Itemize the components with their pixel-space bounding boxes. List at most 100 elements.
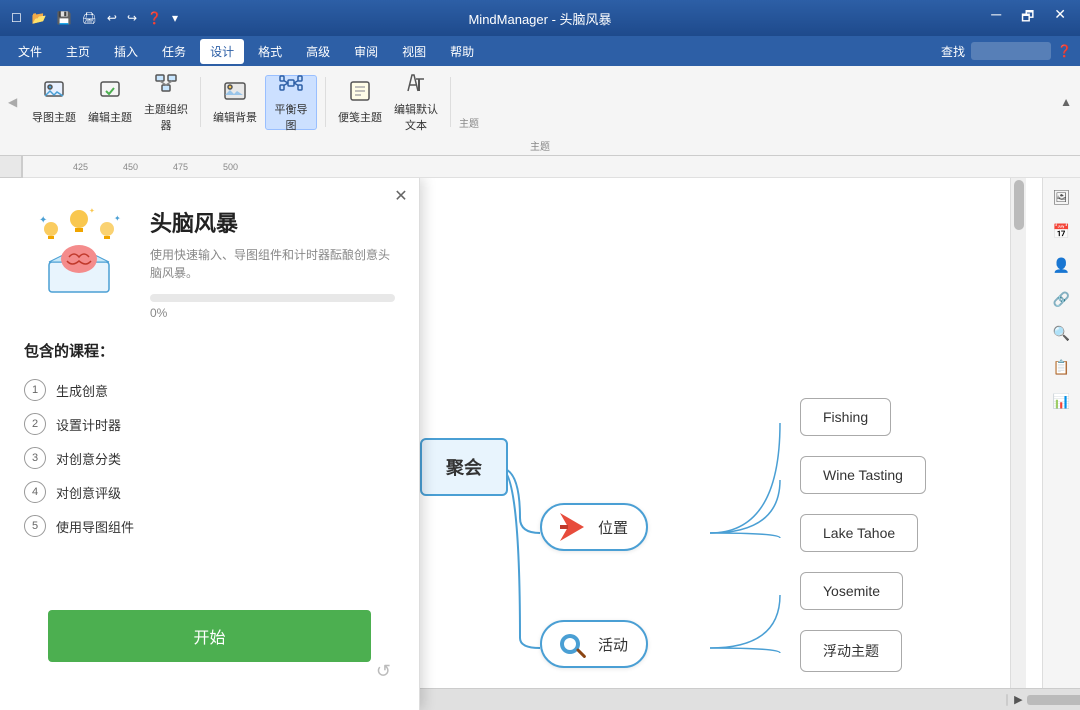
- progress-text: 0%: [150, 306, 395, 320]
- ribbon-collapse-btn[interactable]: ▲: [1060, 95, 1072, 109]
- more-qa-btn[interactable]: ▾: [169, 9, 181, 27]
- svg-text:✦: ✦: [89, 207, 95, 215]
- location-label: 位置: [598, 517, 628, 538]
- course-label-2: 设置计时器: [56, 415, 121, 434]
- ribbon-right-controls: ▲: [1060, 95, 1072, 109]
- course-label-5: 使用导图组件: [56, 517, 134, 536]
- maximize-btn[interactable]: 🗗: [1015, 4, 1040, 32]
- ribbon-scroll-left[interactable]: ◀: [8, 95, 24, 109]
- redo-btn[interactable]: ↪: [124, 9, 140, 27]
- menu-file[interactable]: 文件: [8, 39, 52, 64]
- balanced-label: 平衡导图: [270, 101, 312, 133]
- menu-home[interactable]: 主页: [56, 39, 100, 64]
- course-item-2: 2 设置计时器: [24, 407, 395, 441]
- course-num-3: 3: [24, 447, 46, 469]
- ribbon-btn-balanced[interactable]: 平衡导图: [265, 75, 317, 130]
- sidebar-btn-person[interactable]: 👤: [1047, 250, 1077, 280]
- title-bar-left: ☐ 📂 💾 🖨 ↩ ↪ ❓ ▾: [8, 9, 181, 27]
- menu-help[interactable]: 帮助: [440, 39, 484, 64]
- close-btn[interactable]: ✕: [1048, 4, 1072, 32]
- minimize-btn[interactable]: ─: [985, 4, 1007, 32]
- svg-text:✦: ✦: [114, 214, 121, 223]
- import-theme-label: 导图主题: [32, 109, 76, 125]
- sidebar-btn-excel[interactable]: 📊: [1047, 386, 1077, 416]
- menu-format[interactable]: 格式: [248, 39, 292, 64]
- right-node-yosemite[interactable]: Yosemite: [800, 572, 903, 610]
- ribbon-btn-import-theme[interactable]: 导图主题: [28, 75, 80, 130]
- svg-text:425: 425: [73, 162, 88, 172]
- overlay-close-btn[interactable]: ✕: [391, 186, 411, 206]
- progress-bar-bg: [150, 294, 395, 302]
- menu-design[interactable]: 设计: [200, 39, 244, 64]
- save-btn[interactable]: 💾: [54, 9, 75, 27]
- sidebar-btn-link[interactable]: 🔗: [1047, 284, 1077, 314]
- menu-search-area: 查找 ❓: [941, 42, 1072, 60]
- edit-theme-icon: [98, 79, 122, 107]
- menu-task[interactable]: 任务: [152, 39, 196, 64]
- main-area: 聚会 位置 活动 Fishing Wine Tasting Lake Tahoe…: [0, 178, 1080, 710]
- v-scrollbar-track[interactable]: ▼: [1010, 178, 1026, 710]
- edit-default-text-icon: [404, 71, 428, 99]
- edit-bg-icon: [223, 79, 247, 107]
- menu-review[interactable]: 审阅: [344, 39, 388, 64]
- svg-text:500: 500: [223, 162, 238, 172]
- window-controls: ─ 🗗 ✕: [985, 4, 1072, 32]
- right-node-lake-tahoe[interactable]: Lake Tahoe: [800, 514, 918, 552]
- course-item-5: 5 使用导图组件: [24, 509, 395, 543]
- canvas[interactable]: 聚会 位置 活动 Fishing Wine Tasting Lake Tahoe…: [0, 178, 1042, 710]
- h-scroll-thumb[interactable]: [1027, 695, 1080, 705]
- ribbon-divider-1: [200, 77, 201, 127]
- right-node-fishing[interactable]: Fishing: [800, 398, 891, 436]
- right-node-floating[interactable]: 浮动主题: [800, 630, 902, 672]
- course-label-4: 对创意评级: [56, 483, 121, 502]
- theme-org-label: 主题组织器: [144, 101, 188, 133]
- horizontal-ruler: 425 450 475 500: [22, 156, 1080, 178]
- ribbon-btn-edit-default-text[interactable]: 编辑默认文本: [390, 75, 442, 130]
- reset-icon[interactable]: ↺: [376, 661, 391, 682]
- sidebar-btn-calendar[interactable]: 📅: [1047, 216, 1077, 246]
- post-theme-label: 便笺主题: [338, 109, 382, 125]
- theme-org-icon: [154, 71, 178, 99]
- search-label: 查找: [941, 43, 965, 60]
- menu-insert[interactable]: 插入: [104, 39, 148, 64]
- help-qa-btn[interactable]: ❓: [144, 9, 165, 27]
- h-scrollbar[interactable]: [1006, 694, 1008, 706]
- ribbon-btn-edit-theme[interactable]: 编辑主题: [84, 75, 136, 130]
- edit-default-text-label: 编辑默认文本: [394, 101, 438, 133]
- activity-node[interactable]: 活动: [540, 620, 648, 668]
- undo-btn[interactable]: ↩: [104, 9, 120, 27]
- start-button[interactable]: 开始: [48, 610, 371, 662]
- search-input[interactable]: [971, 42, 1051, 60]
- svg-text:475: 475: [173, 162, 188, 172]
- right-node-wine-tasting[interactable]: Wine Tasting: [800, 456, 926, 494]
- ribbon-btn-post-theme[interactable]: 便笺主题: [334, 75, 386, 130]
- course-label-3: 对创意分类: [56, 449, 121, 468]
- course-num-4: 4: [24, 481, 46, 503]
- course-num-1: 1: [24, 379, 46, 401]
- ribbon-btn-theme-org[interactable]: 主题组织器: [140, 75, 192, 130]
- ribbon-content: ◀ 导图主题 编辑主题: [0, 66, 1080, 138]
- overlay-title: 头脑风暴: [150, 206, 395, 238]
- course-item-1: 1 生成创意: [24, 373, 395, 407]
- sidebar-btn-image[interactable]: 🖼: [1047, 182, 1077, 212]
- quick-access-toolbar: ☐ 📂 💾 🖨 ↩ ↪ ❓ ▾: [8, 9, 181, 27]
- help-icon[interactable]: ❓: [1057, 44, 1072, 58]
- sidebar-btn-search[interactable]: 🔍: [1047, 318, 1077, 348]
- scroll-right-btn[interactable]: ▶: [1014, 693, 1022, 706]
- svg-text:✦: ✦: [39, 215, 47, 226]
- overlay-panel: ✕: [0, 178, 420, 710]
- open-btn[interactable]: 📂: [29, 9, 50, 27]
- menu-advanced[interactable]: 高级: [296, 39, 340, 64]
- ruler-corner: [0, 156, 22, 178]
- sidebar-btn-copy[interactable]: 📋: [1047, 352, 1077, 382]
- print-btn[interactable]: 🖨: [79, 9, 100, 27]
- main-node[interactable]: 聚会: [420, 438, 508, 496]
- v-scrollbar-thumb[interactable]: [1014, 180, 1024, 230]
- location-node[interactable]: 位置: [540, 503, 648, 551]
- ribbon-btn-edit-bg[interactable]: 编辑背景: [209, 75, 261, 130]
- post-theme-icon: [348, 79, 372, 107]
- edit-bg-label: 编辑背景: [213, 109, 257, 125]
- course-list: 1 生成创意 2 设置计时器 3 对创意分类 4 对创意评级: [24, 373, 395, 543]
- menu-view[interactable]: 视图: [392, 39, 436, 64]
- new-btn[interactable]: ☐: [8, 9, 25, 27]
